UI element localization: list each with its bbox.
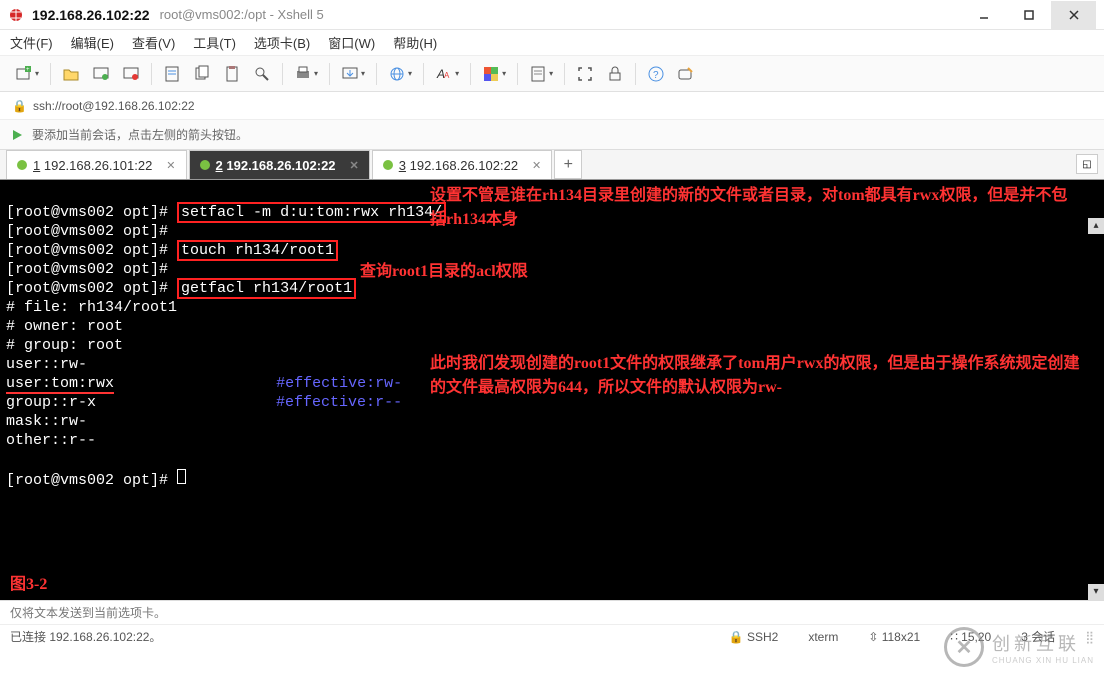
annotation-3: 此时我们发现创建的root1文件的权限继承了tom用户rwx的权限，但是由于操作… (430, 352, 1080, 400)
address-url[interactable]: ssh://root@192.168.26.102:22 (33, 99, 195, 113)
menubar: 文件(F) 编辑(E) 查看(V) 工具(T) 选项卡(B) 窗口(W) 帮助(… (0, 30, 1104, 56)
menu-tabs[interactable]: 选项卡(B) (254, 33, 310, 52)
open-button[interactable] (57, 60, 85, 88)
toolbar: +▾ ▾ ▾ ▾ AA▾ ▾ ▾ ? (0, 56, 1104, 92)
tab-1[interactable]: 1 192.168.26.101:22 ✕ (6, 150, 187, 179)
highlighted-command: getfacl rh134/root1 (177, 278, 356, 299)
status-bar: 已连接 192.168.26.102:22。 🔒 SSH2 xterm ⇳ 11… (0, 624, 1104, 648)
font-button[interactable]: AA▾ (430, 60, 464, 88)
session-tabs: 1 192.168.26.101:22 ✕ 2 192.168.26.102:2… (0, 150, 1104, 180)
menu-tools[interactable]: 工具(T) (193, 33, 236, 52)
maximize-button[interactable] (1006, 1, 1051, 29)
globe-button[interactable]: ▾ (383, 60, 417, 88)
new-session-button[interactable]: +▾ (10, 60, 44, 88)
lock-icon: 🔒 (12, 99, 27, 113)
svg-text:+: + (26, 67, 30, 73)
add-tab-button[interactable]: + (554, 150, 582, 179)
scroll-down-icon[interactable]: ▾ (1088, 584, 1104, 600)
title-path: root@vms002:/opt - Xshell 5 (160, 7, 324, 22)
status-ssh: 🔒 SSH2 (729, 630, 779, 644)
script-button[interactable]: ▾ (524, 60, 558, 88)
title-address: 192.168.26.102:22 (32, 7, 150, 23)
print-button[interactable]: ▾ (289, 60, 323, 88)
close-icon[interactable]: ✕ (166, 159, 175, 172)
menu-view[interactable]: 查看(V) (132, 33, 175, 52)
cursor (177, 469, 186, 484)
watermark-logo-icon: ✕ (944, 627, 984, 667)
transfer-button[interactable]: ▾ (336, 60, 370, 88)
titlebar: 192.168.26.102:22 root@vms002:/opt - Xsh… (0, 0, 1104, 30)
add-session-icon[interactable] (10, 128, 24, 142)
status-dot-icon (17, 160, 27, 170)
help-button[interactable]: ? (642, 60, 670, 88)
info-bar: 要添加当前会话，点击左侧的箭头按钮。 (0, 120, 1104, 150)
scrollbar[interactable]: ▴ ▾ (1088, 180, 1104, 600)
menu-window[interactable]: 窗口(W) (328, 33, 375, 52)
lock-button[interactable] (601, 60, 629, 88)
app-icon (8, 7, 24, 23)
menu-edit[interactable]: 编辑(E) (71, 33, 114, 52)
window-controls (961, 1, 1096, 29)
close-button[interactable] (1051, 1, 1096, 29)
menu-file[interactable]: 文件(F) (10, 33, 53, 52)
close-icon[interactable]: ✕ (350, 159, 359, 172)
disconnect-button[interactable] (117, 60, 145, 88)
tab-3[interactable]: 3 192.168.26.102:22 ✕ (372, 150, 553, 179)
annotation-1: 设置不管是谁在rh134目录里创建的新的文件或者目录，对tom都具有rwx权限，… (430, 184, 1080, 232)
svg-text:A: A (444, 71, 450, 80)
compose-button[interactable] (672, 60, 700, 88)
svg-text:?: ? (653, 70, 659, 81)
figure-label: 图3-2 (10, 575, 47, 594)
terminal[interactable]: [root@vms002 opt]# setfacl -m d:u:tom:rw… (0, 180, 1104, 600)
paste-button[interactable] (218, 60, 246, 88)
properties-button[interactable] (158, 60, 186, 88)
tab-2[interactable]: 2 192.168.26.102:22 ✕ (189, 150, 370, 179)
highlighted-command: setfacl -m d:u:tom:rwx rh134/ (177, 202, 446, 223)
status-connection: 已连接 192.168.26.102:22。 (10, 628, 161, 645)
status-term: xterm (808, 630, 838, 644)
copy-button[interactable] (188, 60, 216, 88)
annotation-2: 查询root1目录的acl权限 (360, 260, 528, 284)
close-icon[interactable]: ✕ (532, 159, 541, 172)
status-dot-icon (200, 160, 210, 170)
fullscreen-button[interactable] (571, 60, 599, 88)
status-dot-icon (383, 160, 393, 170)
menu-help[interactable]: 帮助(H) (393, 33, 437, 52)
highlighted-command: touch rh134/root1 (177, 240, 338, 261)
minimize-button[interactable] (961, 1, 1006, 29)
address-bar: 🔒 ssh://root@192.168.26.102:22 (0, 92, 1104, 120)
compose-bar[interactable]: 仅将文本发送到当前选项卡。 (0, 600, 1104, 624)
status-size: ⇳ 118x21 (868, 630, 920, 644)
color-button[interactable]: ▾ (477, 60, 511, 88)
tab-maximize-button[interactable]: ◱ (1076, 154, 1098, 174)
scroll-up-icon[interactable]: ▴ (1088, 218, 1104, 234)
info-text: 要添加当前会话，点击左侧的箭头按钮。 (32, 126, 248, 143)
find-button[interactable] (248, 60, 276, 88)
reconnect-button[interactable] (87, 60, 115, 88)
watermark: ✕ 创新互联 CHUANG XIN HU LIAN (944, 627, 1094, 667)
